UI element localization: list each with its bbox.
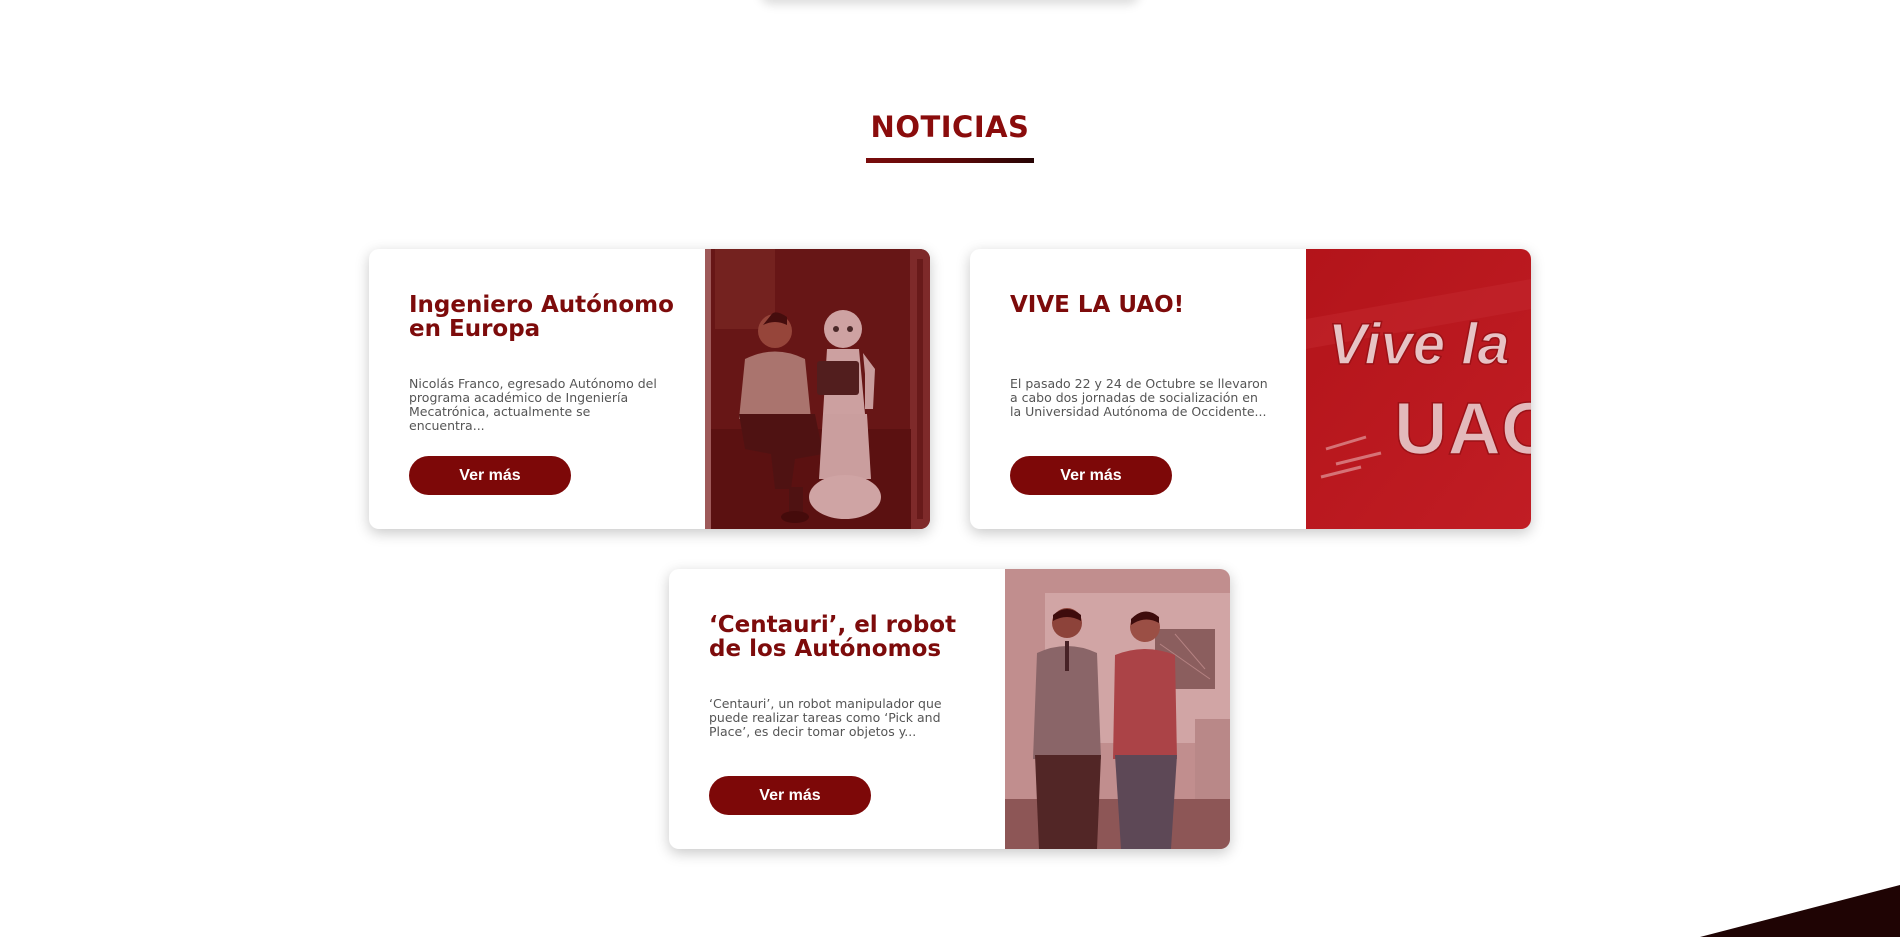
uao-text: UAO xyxy=(1394,387,1531,470)
news-card-content: Ingeniero Autónomo en Europa Nicolás Fra… xyxy=(409,249,679,529)
page: NOTICIAS Ingeniero Autónomo en Europa Ni… xyxy=(0,0,1900,937)
news-card-content: ‘Centauri’, el robot de los Autónomos ‘C… xyxy=(709,569,979,849)
news-card-description: El pasado 22 y 24 de Octubre se llevaron… xyxy=(1010,376,1268,419)
section-title: NOTICIAS xyxy=(870,110,1030,144)
news-card-description: ‘Centauri’, un robot manipulador que pue… xyxy=(709,696,942,739)
news-card-image[interactable] xyxy=(1005,569,1230,849)
centauri-team-photo xyxy=(1005,569,1230,849)
news-card-title: ‘Centauri’, el robot de los Autónomos xyxy=(709,612,957,662)
news-card: ‘Centauri’, el robot de los Autónomos ‘C… xyxy=(669,569,1230,849)
vive-la-text: Vive la xyxy=(1328,312,1510,377)
vive-la-uao-graphic: Vive la UAO xyxy=(1306,249,1531,529)
news-card: VIVE LA UAO! El pasado 22 y 24 de Octubr… xyxy=(970,249,1531,529)
news-card-image[interactable] xyxy=(705,249,930,529)
engineer-with-robot-photo xyxy=(705,249,930,529)
news-card-image[interactable]: Vive la UAO xyxy=(1306,249,1531,529)
ver-mas-button[interactable]: Ver más xyxy=(1010,456,1172,495)
decorative-corner-shape xyxy=(1700,885,1900,937)
news-card: Ingeniero Autónomo en Europa Nicolás Fra… xyxy=(369,249,930,529)
section-title-underline xyxy=(866,158,1034,163)
news-card-title: VIVE LA UAO! xyxy=(1010,292,1185,318)
news-card-content: VIVE LA UAO! El pasado 22 y 24 de Octubr… xyxy=(1010,249,1280,529)
news-card-title: Ingeniero Autónomo en Europa xyxy=(409,292,674,342)
ver-mas-button[interactable]: Ver más xyxy=(709,776,871,815)
ver-mas-button[interactable]: Ver más xyxy=(409,456,571,495)
news-card-description: Nicolás Franco, egresado Autónomo del pr… xyxy=(409,376,657,433)
